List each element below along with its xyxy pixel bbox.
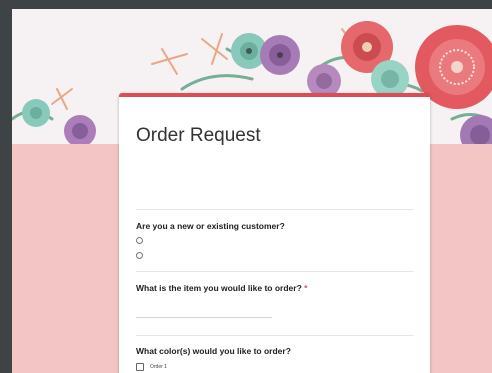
checkbox-unchecked-icon[interactable] — [136, 363, 144, 371]
option-label — [149, 252, 209, 258]
form-title: Order Request — [136, 125, 261, 146]
question-1-option-1[interactable] — [136, 235, 209, 245]
question-1-title-text: Are you a new or existing customer? — [136, 221, 285, 231]
question-3-title: What color(s) would you like to order? — [136, 346, 291, 356]
form-description — [136, 159, 413, 185]
radio-unchecked-icon[interactable] — [136, 251, 143, 259]
divider — [136, 209, 413, 210]
question-2-title-text: What is the item you would like to order… — [136, 283, 302, 293]
required-asterisk: * — [304, 283, 308, 293]
radio-unchecked-icon[interactable] — [136, 236, 143, 244]
question-2-title: What is the item you would like to order… — [136, 283, 307, 293]
option-label: Order 1 — [150, 364, 167, 370]
question-3-option-1[interactable]: Order 1 — [136, 362, 210, 372]
question-3-title-text: What color(s) would you like to order? — [136, 346, 291, 356]
app-window: Order Request Are you a new or existing … — [12, 9, 492, 373]
divider — [136, 335, 413, 336]
option-label — [149, 237, 209, 243]
divider — [136, 271, 413, 272]
question-2-answer-input[interactable] — [136, 305, 272, 318]
form-card: Order Request Are you a new or existing … — [119, 93, 430, 373]
question-1-title: Are you a new or existing customer? — [136, 221, 285, 231]
question-1-option-2[interactable] — [136, 250, 209, 260]
required-note — [136, 195, 166, 201]
question-2-help — [136, 295, 216, 301]
